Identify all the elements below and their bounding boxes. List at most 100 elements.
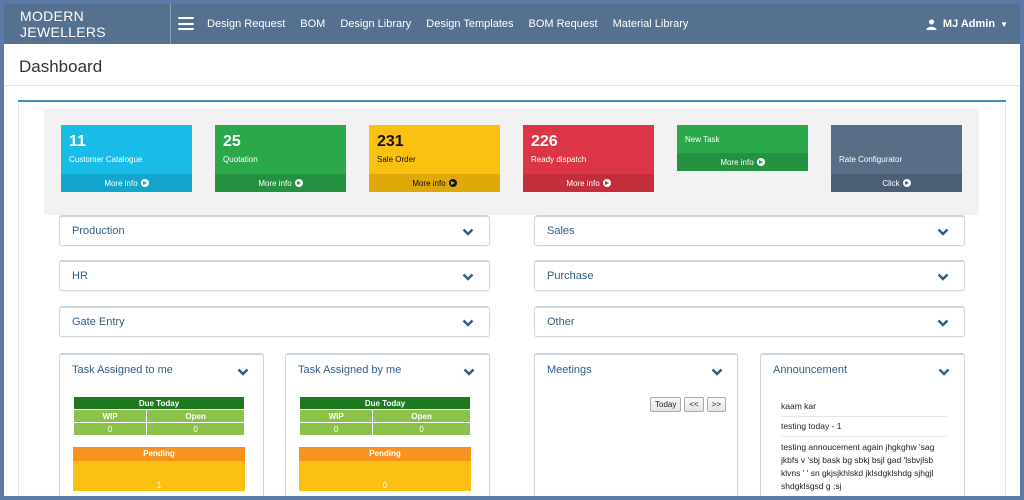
- panel-title: Other: [547, 316, 575, 328]
- announcement-item[interactable]: testing annoucement again jhgkghw 'sag j…: [781, 437, 947, 496]
- card-sale-order[interactable]: 231 Sale Order More info: [369, 125, 500, 192]
- page-header: Dashboard: [4, 44, 1020, 86]
- wip-count[interactable]: 0: [298, 422, 374, 436]
- user-menu[interactable]: MJ Admin ▼: [926, 4, 1008, 44]
- nav-bom[interactable]: BOM: [300, 18, 325, 30]
- caret-down-icon: ▼: [1000, 19, 1008, 29]
- user-icon: [926, 18, 937, 30]
- due-today-table: Due Today WIP Open 00: [72, 396, 245, 436]
- card-more-info-link[interactable]: More info: [61, 174, 192, 192]
- pending-count[interactable]: 1: [73, 461, 245, 491]
- card-footer-text: More info: [104, 178, 138, 188]
- panel-other[interactable]: Other: [534, 306, 965, 337]
- chevron-down-icon[interactable]: [462, 272, 474, 282]
- widget-title: Task Assigned to me: [72, 364, 173, 376]
- card-footer-text: More info: [566, 178, 600, 188]
- card-label: Ready dispatch: [531, 155, 587, 164]
- arrow-circle-right-icon: [602, 179, 611, 187]
- arrow-circle-right-icon: [140, 179, 149, 187]
- chevron-down-icon[interactable]: [937, 272, 949, 282]
- nav-bom-request[interactable]: BOM Request: [529, 18, 598, 30]
- card-label: Rate Configurator: [839, 155, 903, 164]
- card-number: 231: [377, 133, 404, 150]
- card-footer-text: More info: [412, 178, 446, 188]
- card-more-info-link[interactable]: More info: [677, 153, 808, 171]
- open-header: Open: [146, 409, 245, 423]
- panel-title: HR: [72, 270, 88, 282]
- announcement-item[interactable]: kaam kar: [781, 397, 947, 417]
- chevron-down-icon[interactable]: [462, 227, 474, 237]
- wip-count[interactable]: 0: [72, 422, 148, 436]
- card-footer-text: More info: [720, 157, 754, 167]
- widget-task-assigned-to-me: Task Assigned to me Due Today WIP Open 00…: [59, 353, 264, 496]
- due-today-header: Due Today: [73, 396, 245, 410]
- card-more-info-link[interactable]: More info: [523, 174, 654, 192]
- panel-gate-entry[interactable]: Gate Entry: [59, 306, 490, 337]
- chevron-down-icon[interactable]: [711, 367, 723, 377]
- card-new-task[interactable]: New Task More info: [677, 125, 808, 171]
- due-today-table: Due Today WIP Open 00: [298, 396, 471, 436]
- main-nav: Design Request BOM Design Library Design…: [207, 4, 703, 44]
- widget-title: Announcement: [773, 364, 847, 376]
- pending-header: Pending: [73, 447, 245, 461]
- arrow-circle-right-icon: [294, 179, 303, 187]
- pending-header: Pending: [299, 447, 471, 461]
- card-number: 25: [223, 133, 241, 150]
- card-footer-text: More info: [258, 178, 292, 188]
- widget-task-assigned-by-me: Task Assigned by me Due Today WIP Open 00…: [285, 353, 490, 496]
- next-button[interactable]: >>: [706, 397, 727, 412]
- card-label: Sale Order: [377, 155, 416, 164]
- chevron-down-icon[interactable]: [237, 367, 249, 377]
- panel-hr[interactable]: HR: [59, 260, 490, 291]
- widget-title: Meetings: [547, 364, 592, 376]
- card-more-info-link[interactable]: More info: [215, 174, 346, 192]
- card-label: New Task: [685, 135, 720, 144]
- arrow-circle-right-icon: [902, 179, 911, 187]
- nav-design-request[interactable]: Design Request: [207, 18, 285, 30]
- panel-purchase[interactable]: Purchase: [534, 260, 965, 291]
- user-name: MJ Admin: [942, 18, 996, 30]
- nav-design-library[interactable]: Design Library: [340, 18, 411, 30]
- panel-title: Gate Entry: [72, 316, 125, 328]
- panel-sales[interactable]: Sales: [534, 215, 965, 246]
- card-click-link[interactable]: Click: [831, 174, 962, 192]
- open-header: Open: [372, 409, 471, 423]
- wip-header: WIP: [298, 409, 374, 423]
- open-count[interactable]: 0: [146, 422, 245, 436]
- chevron-down-icon[interactable]: [938, 367, 950, 377]
- chevron-down-icon[interactable]: [937, 227, 949, 237]
- page-title: Dashboard: [19, 57, 103, 76]
- top-navbar: MODERN JEWELLERS Design Request BOM Desi…: [4, 4, 1020, 44]
- prev-button[interactable]: <<: [684, 397, 704, 412]
- card-label: Quotation: [223, 155, 258, 164]
- card-footer-text: Click: [882, 178, 900, 188]
- pending-count[interactable]: 0: [299, 461, 471, 491]
- card-more-info-link[interactable]: More info: [369, 174, 500, 192]
- panel-title: Production: [72, 225, 125, 237]
- wip-header: WIP: [72, 409, 148, 423]
- nav-material-library[interactable]: Material Library: [613, 18, 689, 30]
- card-customer-catalogue[interactable]: 11 Customer Catalogue More info: [61, 125, 192, 192]
- announcement-list: kaam kar testing today - 1 testing annou…: [781, 397, 947, 496]
- stats-band: 11 Customer Catalogue More info 25 Quota…: [44, 109, 979, 215]
- today-button[interactable]: Today: [650, 397, 682, 412]
- open-count[interactable]: 0: [372, 422, 471, 436]
- card-number: 226: [531, 133, 558, 150]
- app-window: MODERN JEWELLERS Design Request BOM Desi…: [0, 0, 1024, 500]
- announcement-item[interactable]: testing today - 1: [781, 417, 947, 437]
- chevron-down-icon[interactable]: [463, 367, 475, 377]
- panel-production[interactable]: Production: [59, 215, 490, 246]
- nav-design-templates[interactable]: Design Templates: [426, 18, 513, 30]
- due-today-header: Due Today: [299, 396, 471, 410]
- brand-logo[interactable]: MODERN JEWELLERS: [4, 4, 171, 44]
- chevron-down-icon[interactable]: [462, 318, 474, 328]
- widget-announcement: Announcement kaam kar testing today - 1 …: [760, 353, 965, 496]
- widget-title: Task Assigned by me: [298, 364, 402, 376]
- arrow-circle-right-icon: [756, 158, 765, 166]
- card-ready-dispatch[interactable]: 226 Ready dispatch More info: [523, 125, 654, 192]
- card-rate-configurator[interactable]: Rate Configurator Click: [831, 125, 962, 192]
- card-quotation[interactable]: 25 Quotation More info: [215, 125, 346, 192]
- hamburger-icon[interactable]: [178, 17, 194, 30]
- card-number: 11: [69, 133, 86, 150]
- chevron-down-icon[interactable]: [937, 318, 949, 328]
